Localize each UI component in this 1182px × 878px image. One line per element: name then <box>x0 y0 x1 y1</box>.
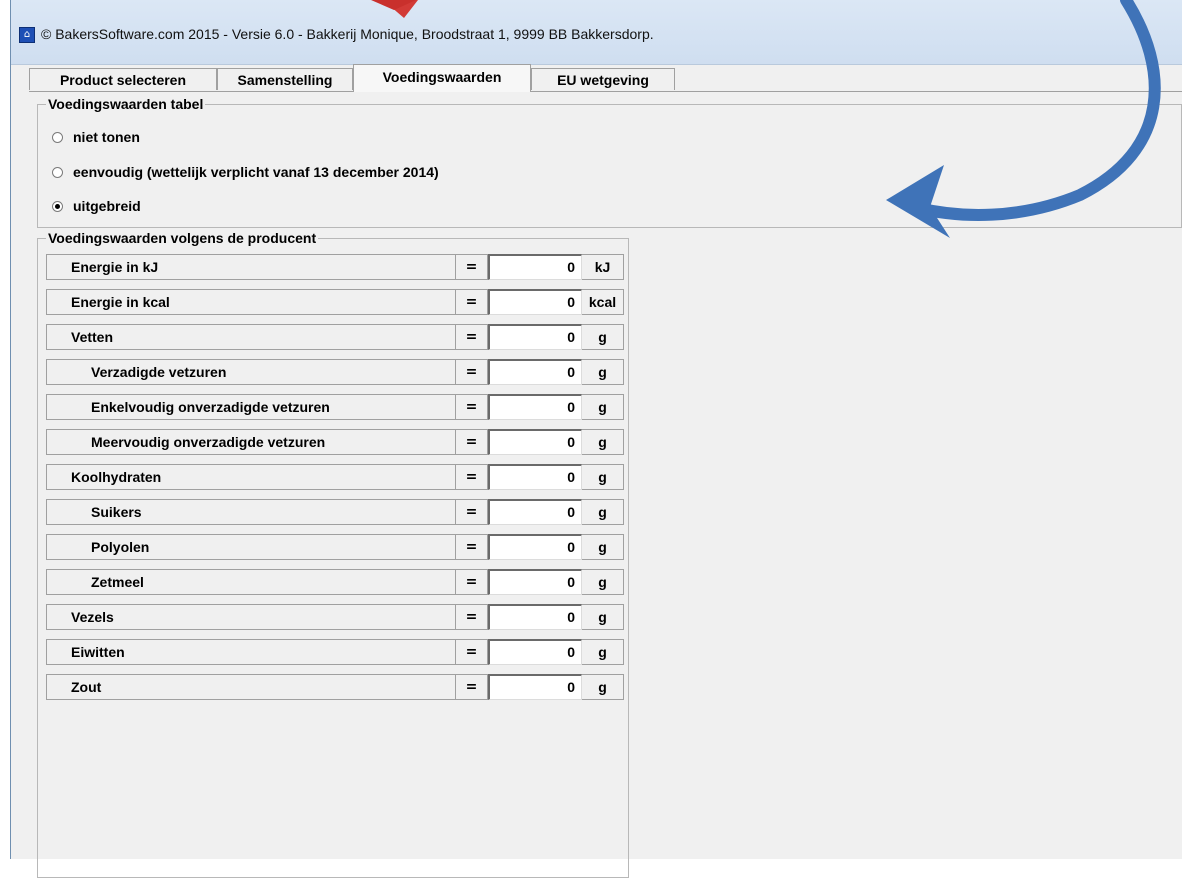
option-niet-tonen[interactable]: niet tonen <box>52 127 140 147</box>
radio-niet-tonen[interactable] <box>52 131 63 143</box>
nutrient-label: Vezels <box>46 604 456 630</box>
nutrient-label: Polyolen <box>46 534 456 560</box>
window-title: © BakersSoftware.com 2015 - Versie 6.0 -… <box>41 26 654 42</box>
tab-voedingswaarden[interactable]: Voedingswaarden <box>353 64 531 92</box>
equals-sign: = <box>456 359 488 385</box>
equals-sign: = <box>456 289 488 315</box>
nutrient-row: Energie in kcal = 0 kcal <box>38 286 630 316</box>
nutrient-row: Polyolen = 0 g <box>38 531 630 561</box>
app-icon: ⌂ <box>19 27 35 43</box>
nutrient-row: Zout = 0 g <box>38 671 630 701</box>
nutrient-row: Enkelvoudig onverzadigde vetzuren = 0 g <box>38 391 630 421</box>
nutrient-row: Verzadigde vetzuren = 0 g <box>38 356 630 386</box>
equals-sign: = <box>456 324 488 350</box>
nutrient-value-input[interactable]: 0 <box>488 499 582 525</box>
table-groupbox: Voedingswaarden tabel niet tonen eenvoud… <box>37 96 1182 228</box>
tab-samenstelling[interactable]: Samenstelling <box>217 68 353 90</box>
option-uitgebreid[interactable]: uitgebreid <box>52 196 141 216</box>
equals-sign: = <box>456 499 488 525</box>
nutrient-unit: g <box>582 674 624 700</box>
nutrient-unit: g <box>582 429 624 455</box>
nutrient-row: Vezels = 0 g <box>38 601 630 631</box>
nutrient-label: Zout <box>46 674 456 700</box>
equals-sign: = <box>456 464 488 490</box>
nutrient-label: Vetten <box>46 324 456 350</box>
option-eenvoudig-label: eenvoudig (wettelijk verplicht vanaf 13 … <box>73 164 439 180</box>
nutrient-unit: g <box>582 569 624 595</box>
nutrient-label: Enkelvoudig onverzadigde vetzuren <box>46 394 456 420</box>
tab-product-selecteren[interactable]: Product selecteren <box>29 68 217 90</box>
nutrient-value-input[interactable]: 0 <box>488 359 582 385</box>
nutrient-label: Koolhydraten <box>46 464 456 490</box>
equals-sign: = <box>456 534 488 560</box>
nutrient-unit: g <box>582 394 624 420</box>
nutrient-label: Eiwitten <box>46 639 456 665</box>
equals-sign: = <box>456 569 488 595</box>
title-bar: ⌂ © BakersSoftware.com 2015 - Versie 6.0… <box>11 0 1182 65</box>
nutrient-value-input[interactable]: 0 <box>488 639 582 665</box>
nutrient-unit: g <box>582 499 624 525</box>
nutrient-unit: g <box>582 604 624 630</box>
nutrient-unit: g <box>582 359 624 385</box>
nutrient-value-input[interactable]: 0 <box>488 429 582 455</box>
nutrient-value-input[interactable]: 0 <box>488 324 582 350</box>
nutrient-unit: kcal <box>582 289 624 315</box>
option-uitgebreid-label: uitgebreid <box>73 198 141 214</box>
nutrient-label: Zetmeel <box>46 569 456 595</box>
radio-uitgebreid[interactable] <box>52 200 63 212</box>
equals-sign: = <box>456 639 488 665</box>
option-niet-tonen-label: niet tonen <box>73 129 140 145</box>
tab-eu-wetgeving[interactable]: EU wetgeving <box>531 68 675 90</box>
nutrient-label: Meervoudig onverzadigde vetzuren <box>46 429 456 455</box>
nutrient-label: Verzadigde vetzuren <box>46 359 456 385</box>
nutrient-value-input[interactable]: 0 <box>488 604 582 630</box>
table-group-title: Voedingswaarden tabel <box>46 96 206 112</box>
equals-sign: = <box>456 254 488 280</box>
nutrient-row: Vetten = 0 g <box>38 321 630 351</box>
nutrient-row: Energie in kJ = 0 kJ <box>38 251 630 281</box>
equals-sign: = <box>456 394 488 420</box>
voedingswaarden-panel: Voedingswaarden tabel niet tonen eenvoud… <box>29 92 1182 878</box>
nutrient-row: Meervoudig onverzadigde vetzuren = 0 g <box>38 426 630 456</box>
nutrient-value-input[interactable]: 0 <box>488 394 582 420</box>
nutrient-row: Suikers = 0 g <box>38 496 630 526</box>
nutrient-value-input[interactable]: 0 <box>488 534 582 560</box>
nutrient-row: Zetmeel = 0 g <box>38 566 630 596</box>
nutrient-value-input[interactable]: 0 <box>488 674 582 700</box>
nutrient-unit: g <box>582 464 624 490</box>
equals-sign: = <box>456 429 488 455</box>
nutrient-unit: kJ <box>582 254 624 280</box>
nutrient-value-input[interactable]: 0 <box>488 464 582 490</box>
nutrient-value-input[interactable]: 0 <box>488 569 582 595</box>
equals-sign: = <box>456 604 488 630</box>
nutrient-label: Energie in kcal <box>46 289 456 315</box>
nutrient-unit: g <box>582 534 624 560</box>
app-window: ⌂ © BakersSoftware.com 2015 - Versie 6.0… <box>10 0 1182 878</box>
equals-sign: = <box>456 674 488 700</box>
nutrient-unit: g <box>582 324 624 350</box>
nutrient-label: Suikers <box>46 499 456 525</box>
producer-group-title: Voedingswaarden volgens de producent <box>46 230 319 246</box>
nutrient-value-input[interactable]: 0 <box>488 289 582 315</box>
producer-groupbox: Voedingswaarden volgens de producent Ene… <box>37 230 630 878</box>
option-eenvoudig[interactable]: eenvoudig (wettelijk verplicht vanaf 13 … <box>52 162 439 182</box>
nutrient-value-input[interactable]: 0 <box>488 254 582 280</box>
nutrient-row: Eiwitten = 0 g <box>38 636 630 666</box>
nutrient-label: Energie in kJ <box>46 254 456 280</box>
radio-eenvoudig[interactable] <box>52 166 63 178</box>
nutrient-unit: g <box>582 639 624 665</box>
nutrient-row: Koolhydraten = 0 g <box>38 461 630 491</box>
